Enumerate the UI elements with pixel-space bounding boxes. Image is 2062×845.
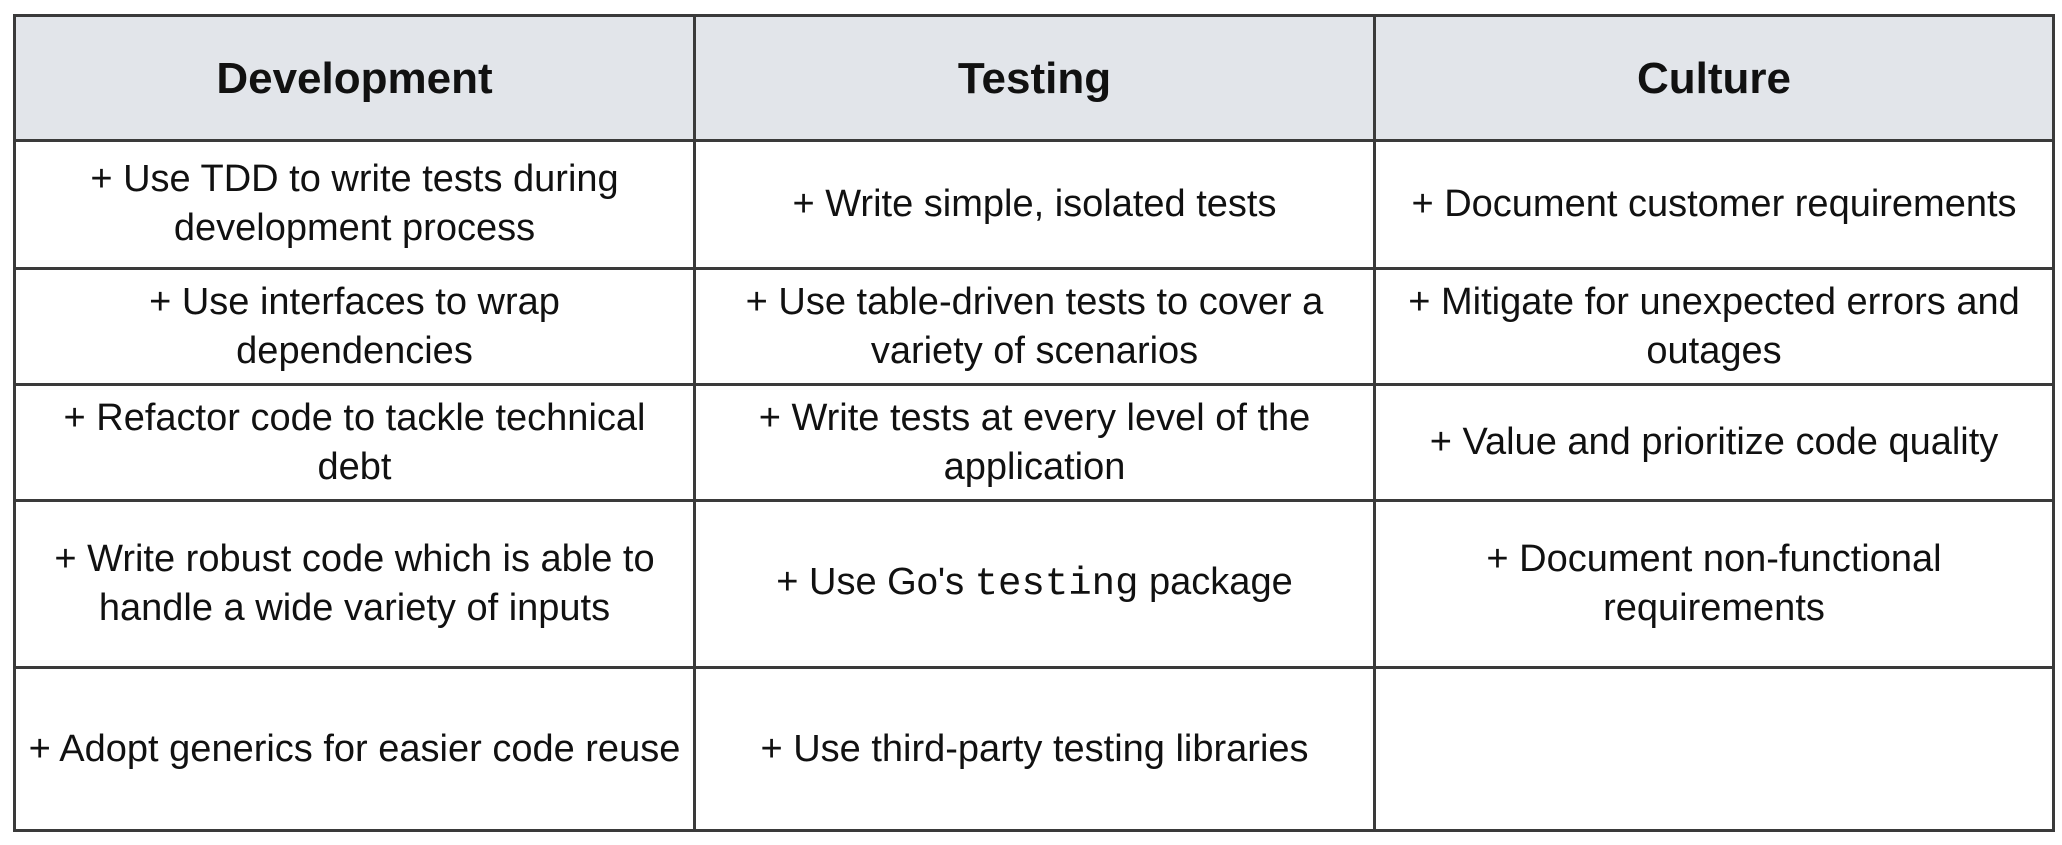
testing-cell: + Use third-party testing libraries bbox=[693, 666, 1376, 832]
testing-cell: + Write simple, isolated tests bbox=[693, 139, 1376, 270]
table-row: + Adopt generics for easier code reuse +… bbox=[13, 666, 2055, 832]
culture-cell: + Value and prioritize code quality bbox=[1373, 383, 2055, 502]
development-cell: + Refactor code to tackle technical debt bbox=[13, 383, 696, 502]
culture-cell: + Document customer requirements bbox=[1373, 139, 2055, 270]
table-row: + Use interfaces to wrap dependencies + … bbox=[13, 266, 2055, 387]
development-cell: + Use TDD to write tests during developm… bbox=[13, 139, 696, 270]
development-cell: + Use interfaces to wrap dependencies bbox=[13, 266, 696, 387]
header-culture: Culture bbox=[1373, 14, 2055, 142]
testing-cell: + Use table-driven tests to cover a vari… bbox=[693, 266, 1376, 387]
table-row: + Use TDD to write tests during developm… bbox=[13, 139, 2055, 270]
testing-cell-prefix: + Use Go's bbox=[776, 561, 975, 604]
header-testing: Testing bbox=[693, 14, 1376, 142]
header-row: Development Testing Culture bbox=[13, 14, 2055, 142]
table-row: + Write robust code which is able to han… bbox=[13, 498, 2055, 670]
development-cell: + Write robust code which is able to han… bbox=[13, 498, 696, 670]
culture-cell: + Document non-functional requirements bbox=[1373, 498, 2055, 670]
practices-table-container: Development Testing Culture + Use TDD to… bbox=[13, 14, 2055, 832]
practices-table: Development Testing Culture + Use TDD to… bbox=[13, 14, 2055, 832]
testing-cell-suffix: package bbox=[1138, 561, 1293, 604]
culture-cell-empty bbox=[1373, 666, 2055, 832]
testing-package-code: testing bbox=[974, 562, 1139, 607]
testing-cell: + Use Go's testing package bbox=[693, 498, 1376, 670]
testing-cell: + Write tests at every level of the appl… bbox=[693, 383, 1376, 502]
table-row: + Refactor code to tackle technical debt… bbox=[13, 383, 2055, 502]
header-development: Development bbox=[13, 14, 696, 142]
development-cell: + Adopt generics for easier code reuse bbox=[13, 666, 696, 832]
culture-cell: + Mitigate for unexpected errors and out… bbox=[1373, 266, 2055, 387]
